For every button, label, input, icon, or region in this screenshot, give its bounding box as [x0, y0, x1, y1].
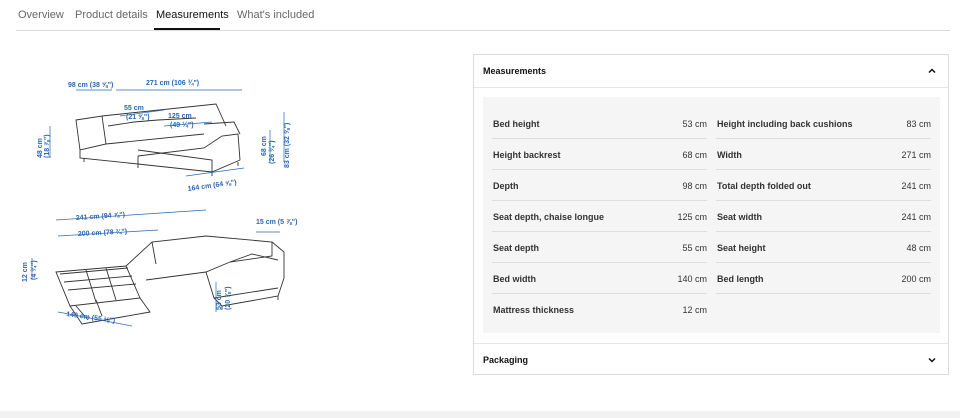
chevron-down-icon[interactable] — [926, 354, 938, 366]
svg-text:(4 ¾"): (4 ¾") — [30, 260, 38, 280]
dimension-labels: 98 cm (38 ⅝") 271 cm (106 ¾") 55 cm (21 … — [22, 79, 297, 325]
measurement-label: Mattress thickness — [493, 305, 575, 315]
measurements-header[interactable]: Measurements — [474, 55, 948, 88]
active-tab-indicator — [154, 28, 220, 30]
measurement-value: 55 cm — [682, 243, 707, 253]
measurement-value: 200 cm — [901, 274, 931, 284]
measurements-body: Bed height 53 cm Height backrest 68 cm D… — [483, 97, 940, 333]
measurement-row: Bed height 53 cm — [492, 108, 707, 139]
measurements-table: Bed height 53 cm Height backrest 68 cm D… — [492, 97, 931, 329]
svg-text:(20 ⅞"): (20 ⅞") — [225, 286, 232, 310]
measurement-value: 48 cm — [906, 243, 931, 253]
measurement-label: Total depth folded out — [717, 181, 811, 191]
measurement-label: Seat height — [717, 243, 766, 253]
measurement-label: Height backrest — [493, 150, 561, 160]
measurement-value: 53 cm — [682, 119, 707, 129]
measurement-row: Mattress thickness 12 cm — [492, 294, 707, 325]
measurements-accordion: Measurements Bed height 53 cm Height bac… — [473, 54, 949, 375]
svg-text:48 cm: 48 cm — [37, 138, 44, 158]
measurements-title: Measurements — [483, 66, 547, 76]
packaging-title: Packaging — [483, 355, 529, 365]
measurement-label: Seat width — [717, 212, 763, 222]
tab-overview[interactable]: Overview — [18, 9, 64, 21]
tab-product-details[interactable]: Product details — [75, 9, 148, 21]
measurement-label: Bed width — [493, 274, 536, 284]
measurement-label: Bed length — [717, 274, 764, 284]
svg-text:15 cm (5 ⅞"): 15 cm (5 ⅞") — [256, 219, 297, 226]
measurement-value: 125 cm — [677, 212, 707, 222]
product-info-section: Overview Product details Measurements Wh… — [0, 0, 960, 411]
svg-text:83 cm (32 ⅝"): 83 cm (32 ⅝") — [284, 123, 291, 168]
measurement-label: Bed height — [493, 119, 540, 129]
measurement-row: Bed length 200 cm — [716, 263, 931, 294]
svg-text:271 cm (106 ¾"): 271 cm (106 ¾") — [146, 79, 199, 87]
measurement-value: 12 cm — [682, 305, 707, 315]
measurement-label: Depth — [493, 181, 519, 191]
measurement-row: Height including back cushions 83 cm — [716, 108, 931, 139]
measurement-row: Width 271 cm — [716, 139, 931, 170]
measurement-value: 241 cm — [901, 181, 931, 191]
measurement-row: Depth 98 cm — [492, 170, 707, 201]
measurement-row: Bed width 140 cm — [492, 263, 707, 294]
svg-text:(49 ¼"): (49 ¼") — [170, 121, 194, 129]
svg-text:164 cm (64 ⅝"): 164 cm (64 ⅝") — [187, 179, 237, 193]
measurement-row: Seat height 48 cm — [716, 232, 931, 263]
measurement-value: 83 cm — [906, 119, 931, 129]
measurement-label: Seat depth, chaise longue — [493, 212, 605, 222]
svg-text:68 cm: 68 cm — [261, 136, 268, 156]
svg-text:(21 ⅝"): (21 ⅝") — [126, 114, 150, 121]
sofa-dimension-diagram: 98 cm (38 ⅝") 271 cm (106 ¾") 55 cm (21 … — [22, 79, 297, 327]
measurement-label: Height including back cushions — [717, 119, 853, 129]
measurement-row: Seat depth, chaise longue 125 cm — [492, 201, 707, 232]
measurement-row: Height backrest 68 cm — [492, 139, 707, 170]
measurement-label: Width — [717, 150, 742, 160]
measurement-row: Seat width 241 cm — [716, 201, 931, 232]
svg-text:241 cm (94 ⅞"): 241 cm (94 ⅞") — [76, 212, 126, 222]
svg-text:(26 ¾"): (26 ¾") — [268, 140, 276, 164]
chevron-up-icon[interactable] — [926, 65, 938, 77]
measurement-value: 241 cm — [901, 212, 931, 222]
measurement-value: 98 cm — [682, 181, 707, 191]
svg-text:98 cm (38 ⅝"): 98 cm (38 ⅝") — [68, 82, 113, 89]
measurement-row: Seat depth 55 cm — [492, 232, 707, 263]
measurement-value: 68 cm — [682, 150, 707, 160]
svg-text:12 cm: 12 cm — [22, 262, 29, 282]
measurement-value: 140 cm — [677, 274, 707, 284]
tab-bar: Overview Product details Measurements Wh… — [16, 0, 950, 31]
packaging-accordion-header[interactable]: Packaging — [474, 343, 948, 375]
svg-text:53 cm: 53 cm — [216, 290, 223, 310]
dimension-lines — [31, 89, 285, 327]
tab-measurements[interactable]: Measurements — [156, 9, 229, 21]
measurement-value: 271 cm — [901, 150, 931, 160]
tab-whats-included[interactable]: What's included — [237, 9, 314, 21]
svg-text:(18 ⅞"): (18 ⅞") — [44, 134, 51, 158]
svg-text:200 cm (78 ¾"): 200 cm (78 ¾") — [78, 227, 128, 238]
svg-text:55 cm: 55 cm — [124, 105, 144, 112]
measurement-row: Total depth folded out 241 cm — [716, 170, 931, 201]
measurement-label: Seat depth — [493, 243, 540, 253]
svg-text:125 cm: 125 cm — [168, 113, 192, 120]
